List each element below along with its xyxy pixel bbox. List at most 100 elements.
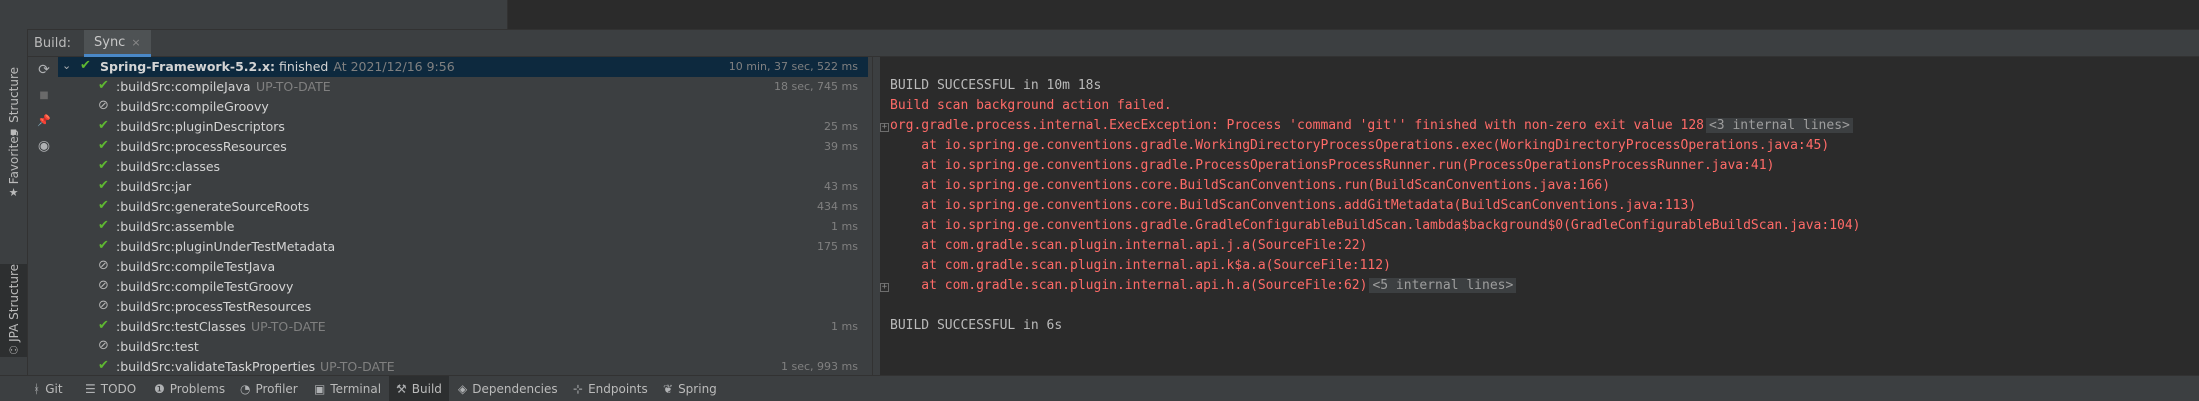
task-label: :buildSrc:pluginUnderTestMetadata [116,239,336,254]
build-panel-header: Build: Sync × [28,29,2199,57]
tool-button-todo[interactable]: ☰ TODO [78,376,143,401]
task-hint: UP-TO-DATE [256,79,331,94]
task-duration: 43 ms [824,180,858,193]
console-line: + at com.gradle.scan.plugin.internal.api… [880,278,1517,298]
console-text: BUILD SUCCESSFUL in 6s [890,318,1063,333]
internal-lines-fold[interactable]: <5 internal lines> [1369,278,1517,293]
chevron-down-icon[interactable]: ⌄ [62,59,71,72]
tool-button-git[interactable]: ᚼ Git [26,376,70,401]
task-label: :buildSrc:compileGroovy [116,99,269,114]
success-check-icon: ✔ [98,198,109,213]
success-check-icon: ✔ [98,118,109,133]
task-duration: 1 sec, 993 ms [781,360,858,373]
expand-fold-icon[interactable]: + [880,123,889,132]
task-hint: UP-TO-DATE [251,319,326,334]
project-panel-remnant [0,0,507,29]
splitter[interactable] [868,57,880,375]
git-icon: ᚼ [33,381,41,396]
task-label: :buildSrc:compileJava [116,79,251,94]
resync-icon[interactable]: ⟳ [35,61,53,79]
task-label: :buildSrc:test [116,339,199,354]
tool-button-dependencies[interactable]: ◈ Dependencies [451,376,565,401]
tab-sync-label: Sync [94,34,126,50]
tool-button-endpoints[interactable]: ⊹ Endpoints [566,376,655,401]
console-line: + org.gradle.process.internal.ExecExcepti… [880,118,1853,138]
build-tree: ⌄ ✔ Spring-Framework-5.2.x: finished At 2… [58,57,868,375]
console-line: Build scan background action failed. [890,98,1172,118]
success-check-icon: ✔ [98,218,109,233]
console-text: at com.gradle.scan.plugin.internal.api.j… [890,238,1368,253]
tree-task-row[interactable]: ✔:buildSrc:pluginDescriptors 25 ms [58,117,868,137]
endpoints-icon: ⊹ [573,381,584,396]
console-text: BUILD SUCCESSFUL in 10m 18s [890,78,1102,93]
task-label: :buildSrc:compileTestGroovy [116,279,294,294]
skipped-icon: ⊘ [98,98,109,113]
stop-icon[interactable]: ■ [35,86,53,104]
favorites-tool-button[interactable]: Favorites ★ [0,130,27,199]
tool-button-profiler[interactable]: ◔ Profiler [233,376,305,401]
internal-lines-fold[interactable]: <3 internal lines> [1705,118,1853,133]
tree-task-row[interactable]: ✔:buildSrc:testClasses UP-TO-DATE 1 ms [58,317,868,337]
console-line: at io.spring.ge.conventions.gradle.Proce… [890,158,1774,178]
star-icon: ★ [8,186,19,200]
success-check-icon: ✔ [98,358,109,373]
expand-fold-icon[interactable]: + [880,283,889,292]
view-options-icon[interactable]: ◉ [35,137,53,155]
task-duration: 1 ms [831,320,858,333]
tree-task-row[interactable]: ✔:buildSrc:compileJava UP-TO-DATE 18 sec, … [58,77,868,97]
skipped-icon: ⊘ [98,298,109,313]
task-duration: 175 ms [817,240,858,253]
success-check-icon: ✔ [98,158,109,173]
success-check-icon: ✔ [98,138,109,153]
left-tool-strip: Structure ▪ Favorites ★ JPA Structure ⚇ [0,29,28,375]
tool-button-spring[interactable]: ❦ Spring [656,376,724,401]
favorites-label: Favorites [6,130,21,185]
editor-area-top [0,0,2199,29]
tree-task-row[interactable]: ⊘:buildSrc:compileTestJava [58,257,868,277]
console-text: at io.spring.ge.conventions.gradle.Worki… [890,138,1830,153]
tree-task-row[interactable]: ✔:buildSrc:generateSourceRoots 434 ms [58,197,868,217]
tree-root-row[interactable]: ⌄ ✔ Spring-Framework-5.2.x: finished At 2… [58,57,868,77]
console-text: at com.gradle.scan.plugin.internal.api.h… [890,278,1368,293]
tree-task-row[interactable]: ⊘ :buildSrc:test [58,337,868,357]
console-text: at io.spring.ge.conventions.gradle.Proce… [890,158,1775,173]
success-check-icon: ✔ [98,238,109,253]
build-console[interactable]: BUILD SUCCESSFUL in 10m 18s Build scan ba… [880,57,2199,375]
tree-task-row[interactable]: ⊘ :buildSrc:compileGroovy [58,97,868,117]
task-label: :buildSrc:generateSourceRoots [116,199,310,214]
tree-task-row[interactable]: ✔:buildSrc:assemble 1 ms [58,217,868,237]
success-check-icon: ✔ [98,178,109,193]
structure-tool-button[interactable]: Structure ▪ [0,67,27,138]
tool-button-terminal[interactable]: ▣ Terminal [307,376,388,401]
jpa-structure-label: JPA Structure [6,264,21,342]
console-text: at com.gradle.scan.plugin.internal.api.k… [890,258,1391,273]
tree-task-row[interactable]: ✔ :buildSrc:pluginUnderTestMetadata 175 ms [58,237,868,257]
skipped-icon: ⊘ [98,338,109,353]
success-check-icon: ✔ [98,318,109,333]
task-label: :buildSrc:processTestResources [116,299,312,314]
tool-button-build[interactable]: ⚒ Build [389,376,449,401]
task-label: :buildSrc:validateTaskProperties [116,359,316,374]
editor-remnant [508,0,2199,29]
pin-icon[interactable]: 📌 [35,111,53,129]
bottom-tool-bar: ᚼ Git ☰ TODO ❶ Problems ◔ Profiler ▣ Terminal ⚒ Bui… [0,375,2199,401]
tab-sync[interactable]: Sync × [84,30,151,57]
tree-task-row[interactable]: ⊘ :buildSrc:compileTestGroovy [58,277,868,297]
build-panel-title: Build: [34,36,72,51]
task-label: :buildSrc:assemble [116,219,235,234]
tool-button-problems[interactable]: ❶ Problems [147,376,232,401]
tree-task-row[interactable]: ✔:buildSrc:classes [58,157,868,177]
tool-button-label: Spring [678,381,717,396]
tree-task-row[interactable]: ✔:buildSrc:validateTaskProperties UP-TO-D… [58,357,868,375]
terminal-icon: ▣ [314,381,326,396]
jpa-structure-tool-button[interactable]: JPA Structure ⚇ [0,264,27,357]
jpa-icon: ⚇ [8,343,19,357]
close-icon[interactable]: × [131,36,140,49]
tree-task-row[interactable]: ⊘ :buildSrc:processTestResources [58,297,868,317]
skipped-icon: ⊘ [98,278,109,293]
tree-task-row[interactable]: ✔:buildSrc:jar 43 ms [58,177,868,197]
task-label: :buildSrc:compileTestJava [116,259,276,274]
structure-label: Structure [6,67,21,123]
root-duration: 10 min, 37 sec, 522 ms [728,60,858,73]
tree-task-row[interactable]: ✔:buildSrc:processResources 39 ms [58,137,868,157]
